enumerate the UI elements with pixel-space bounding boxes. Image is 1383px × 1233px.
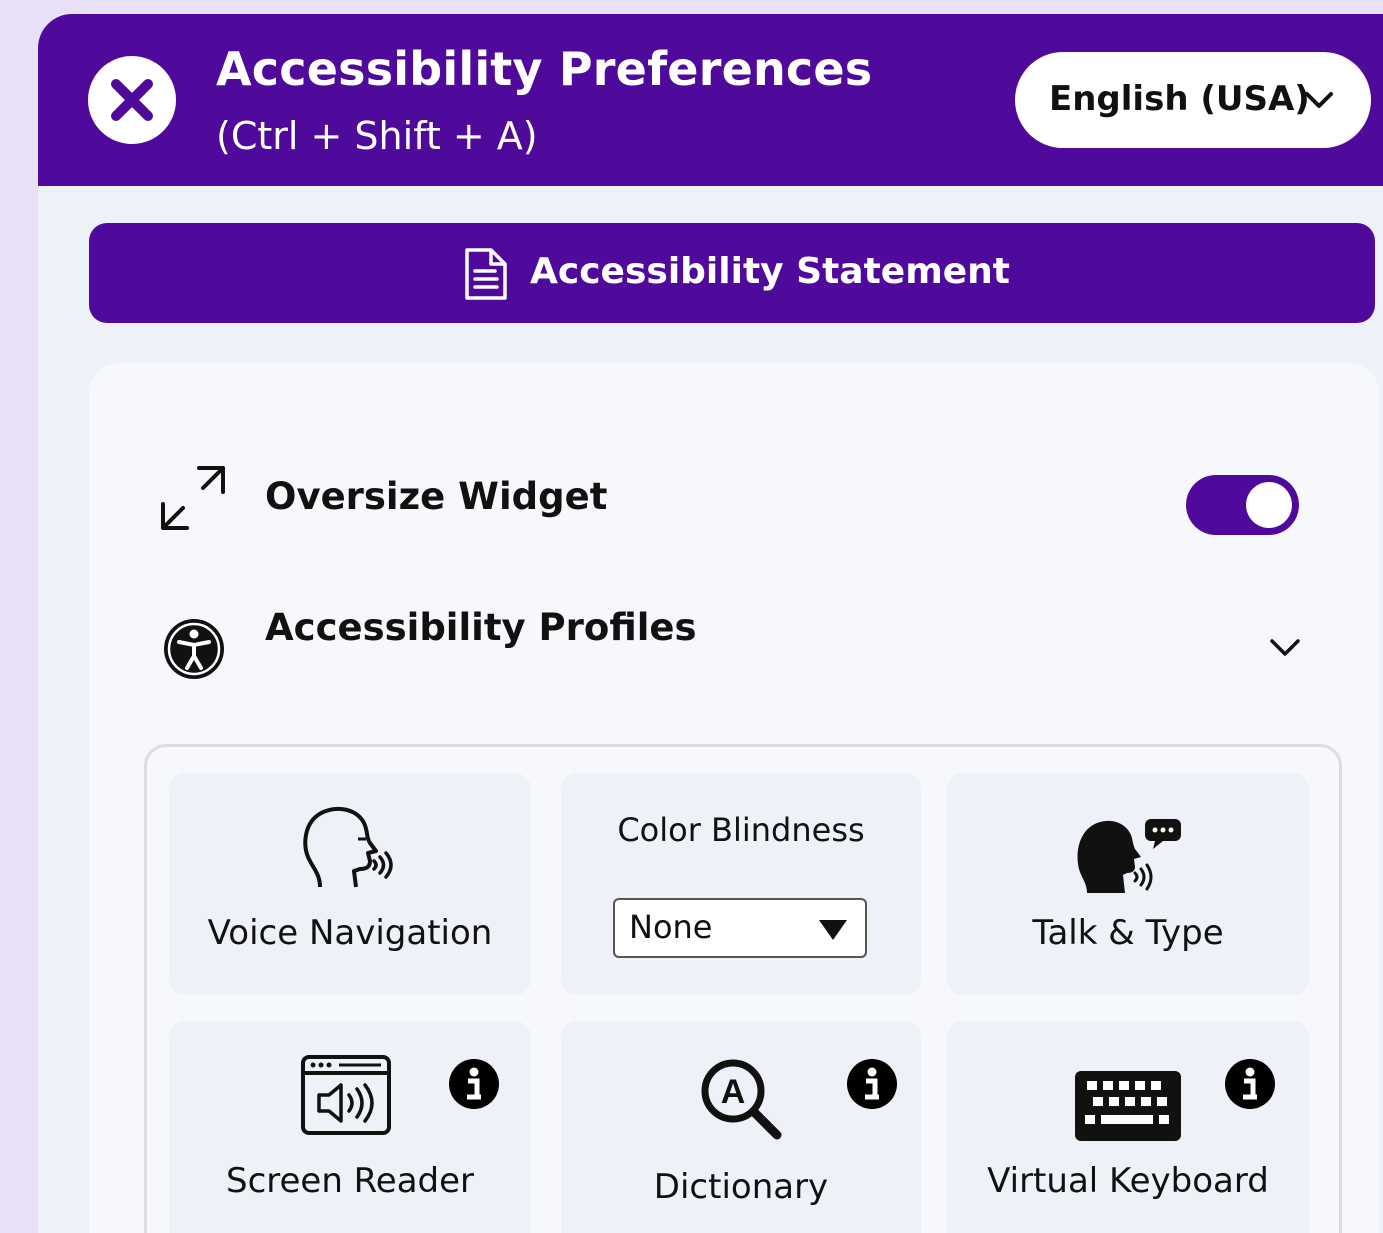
- dictionary-info-button[interactable]: [847, 1059, 897, 1109]
- statement-label: Accessibility Statement: [530, 251, 1010, 292]
- oversize-widget-toggle[interactable]: [1186, 475, 1299, 535]
- expand-arrows-icon: [161, 466, 225, 530]
- language-value: English (USA): [1049, 79, 1310, 119]
- accessibility-panel: Accessibility Preferences (Ctrl + Shift …: [38, 14, 1383, 1233]
- accessibility-profiles-label: Accessibility Profiles: [265, 606, 697, 649]
- screen-reader-tile[interactable]: Screen Reader: [169, 1021, 531, 1233]
- voice-navigation-tile[interactable]: Voice Navigation: [169, 773, 531, 995]
- close-button[interactable]: [88, 56, 176, 144]
- virtual-keyboard-label: Virtual Keyboard: [987, 1161, 1269, 1201]
- color-blindness-value: None: [629, 908, 713, 946]
- document-icon: [465, 248, 507, 300]
- info-icon: [467, 1067, 481, 1100]
- chevron-down-icon[interactable]: [1268, 637, 1302, 659]
- screen-reader-label: Screen Reader: [225, 1161, 475, 1201]
- caret-down-icon: [819, 920, 847, 940]
- info-icon: [1243, 1067, 1257, 1100]
- virtual-keyboard-tile[interactable]: Virtual Keyboard: [947, 1021, 1309, 1233]
- voice-navigation-label: Voice Navigation: [207, 913, 493, 953]
- tools-grid: Voice Navigation Color Blindness None Ta…: [144, 744, 1342, 1233]
- language-select[interactable]: English (USA): [1015, 52, 1371, 148]
- color-blindness-select[interactable]: None: [613, 898, 867, 958]
- talk-type-label: Talk & Type: [1032, 913, 1224, 953]
- speaking-head-icon: [303, 806, 393, 888]
- chevron-down-icon: [1305, 92, 1333, 108]
- talk-type-tile[interactable]: Talk & Type: [947, 773, 1309, 995]
- dictionary-search-icon: A: [701, 1059, 782, 1140]
- dictionary-tile[interactable]: A Dictionary: [561, 1021, 921, 1233]
- virtual-keyboard-info-button[interactable]: [1225, 1059, 1275, 1109]
- color-blindness-tile: Color Blindness None: [561, 773, 921, 995]
- svg-text:A: A: [721, 1073, 746, 1111]
- accessibility-person-icon: [164, 619, 224, 679]
- screen-reader-info-button[interactable]: [449, 1059, 499, 1109]
- dictionary-label: Dictionary: [653, 1167, 829, 1207]
- panel-header: Accessibility Preferences (Ctrl + Shift …: [38, 14, 1383, 186]
- panel-title: Accessibility Preferences: [216, 42, 873, 96]
- color-blindness-label: Color Blindness: [617, 811, 865, 849]
- keyboard-icon: [1075, 1071, 1181, 1141]
- close-icon: [111, 79, 153, 121]
- talk-type-icon: [1077, 819, 1181, 893]
- settings-card: Oversize Widget Accessibility Profiles V…: [89, 363, 1379, 1233]
- keyboard-shortcut: (Ctrl + Shift + A): [216, 114, 538, 158]
- info-icon: [865, 1067, 879, 1100]
- oversize-widget-label: Oversize Widget: [265, 475, 608, 518]
- accessibility-statement-button[interactable]: Accessibility Statement: [89, 223, 1375, 323]
- screen-reader-icon: [301, 1055, 391, 1135]
- toggle-knob: [1246, 482, 1292, 528]
